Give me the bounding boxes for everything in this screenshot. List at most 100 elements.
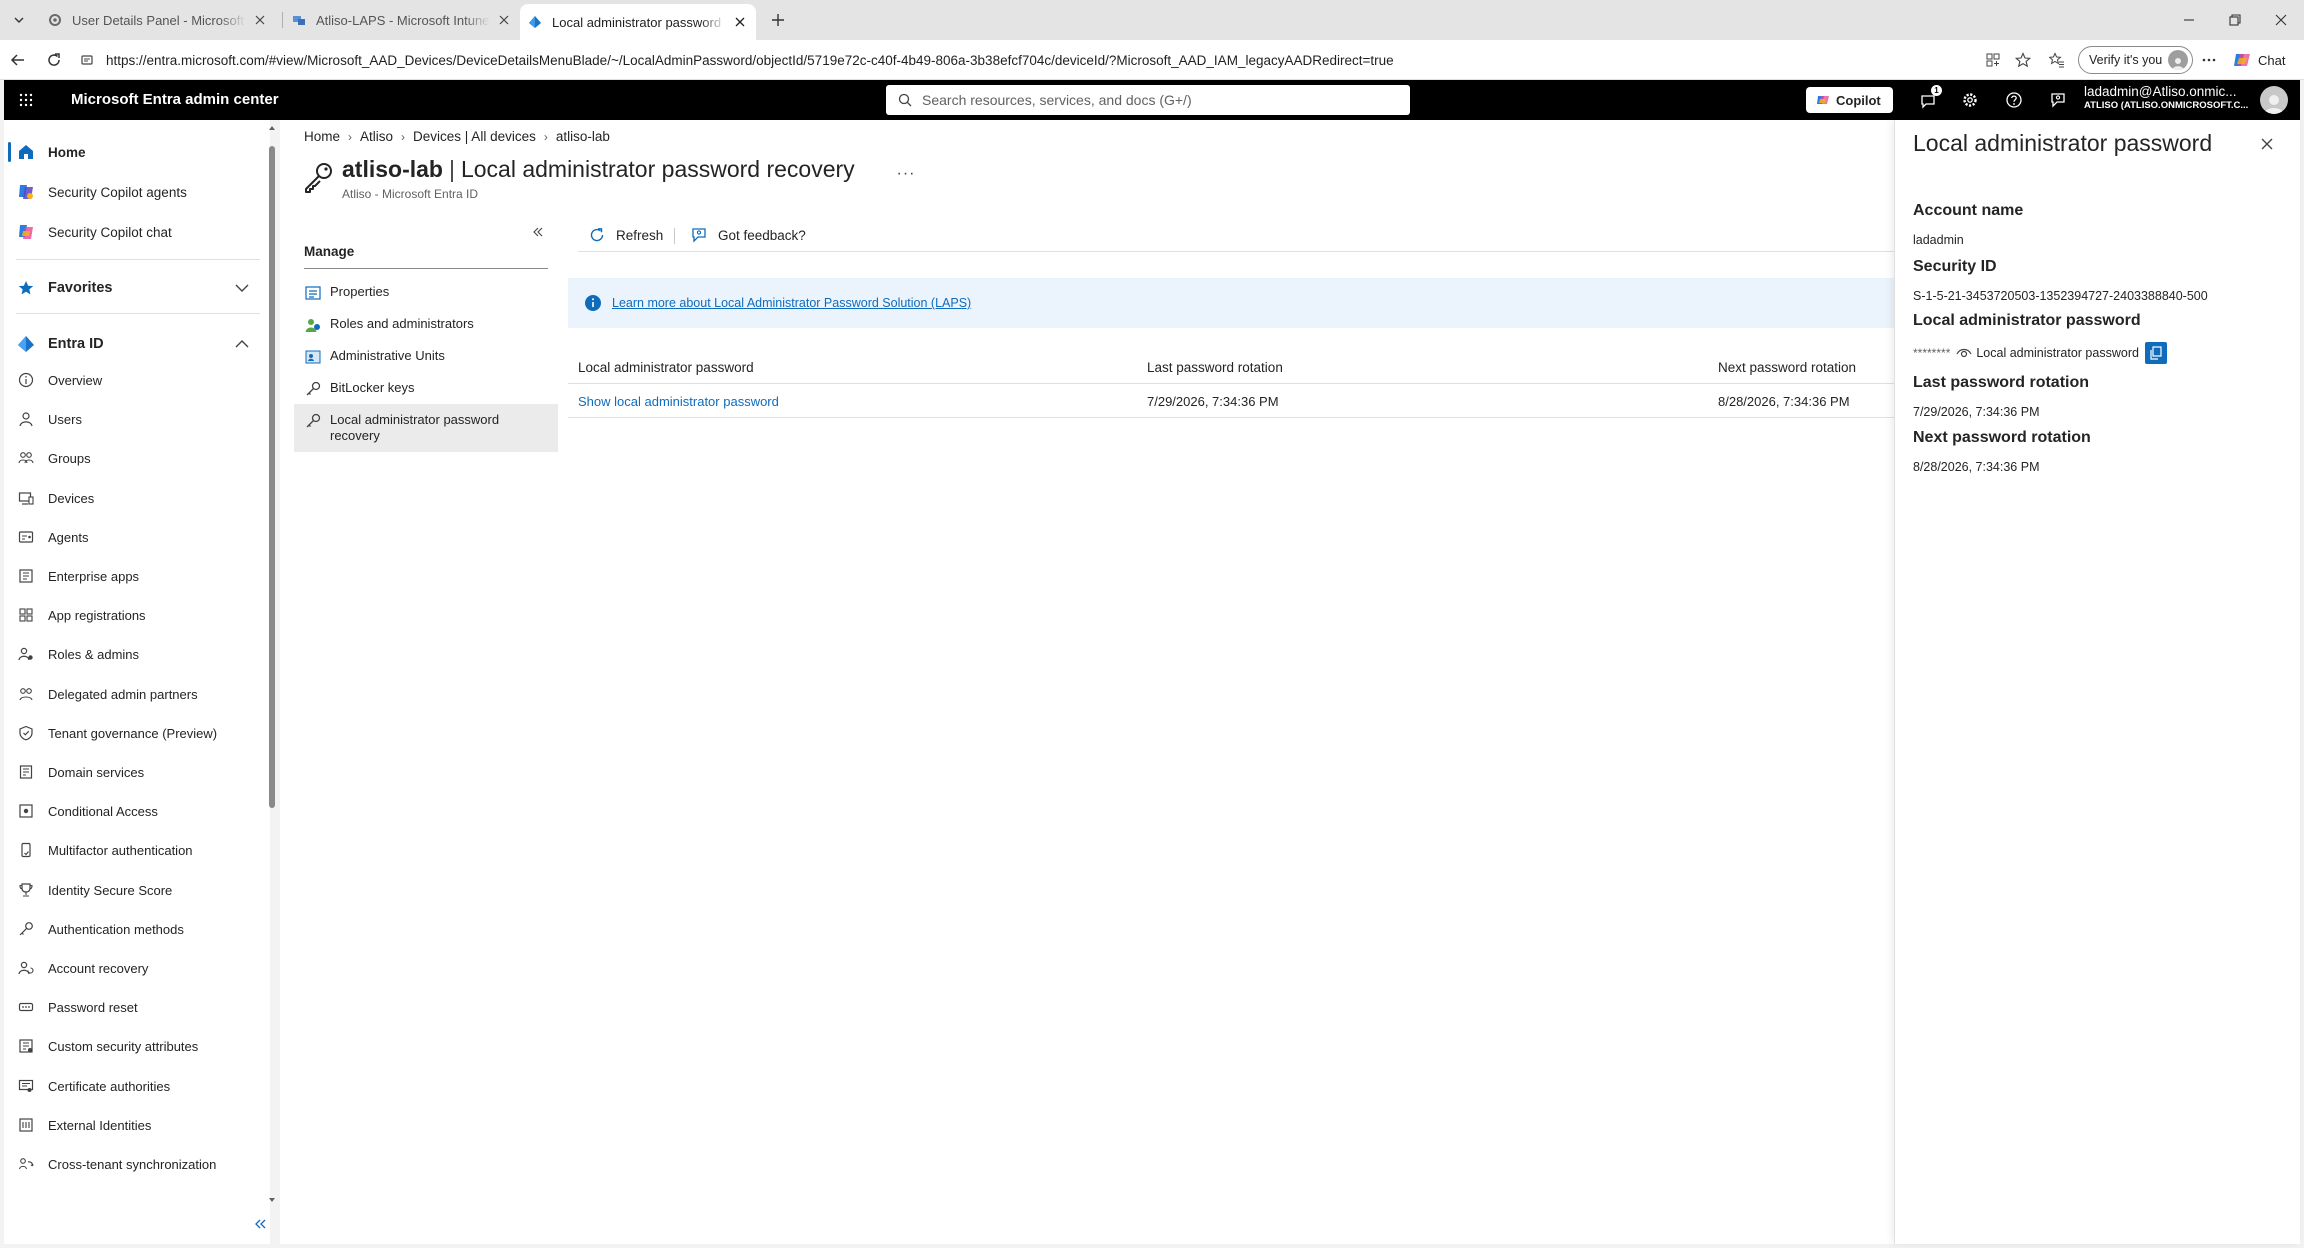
browser-tab-entra-active[interactable]: Local administrator password - Microsoft… [520, 4, 756, 40]
new-tab-plus-icon[interactable] [764, 8, 792, 32]
window-close-icon[interactable] [2258, 6, 2304, 34]
refresh-button[interactable]: Refresh [588, 222, 663, 248]
page-title-separator: | [448, 156, 455, 182]
last-rotation-value: 7/29/2026, 7:34:36 PM [1913, 405, 2040, 419]
sidebar-item-multifactor-authentication[interactable]: Multifactor authentication [4, 832, 266, 868]
breadcrumb-home[interactable]: Home [304, 129, 340, 144]
sidebar-section-entra-id[interactable]: Entra ID [4, 326, 266, 362]
profile-avatar-icon [2168, 50, 2189, 70]
feedback-button[interactable]: Got feedback? [690, 222, 806, 248]
copy-to-clipboard-icon[interactable] [2144, 342, 2167, 364]
sidebar-item-delegated-admin-partners[interactable]: Delegated admin partners [4, 676, 266, 712]
favorites-list-icon[interactable] [2046, 49, 2068, 71]
app-launcher-icon[interactable] [16, 90, 36, 110]
app-available-icon[interactable] [1982, 49, 2004, 71]
breadcrumb-devices[interactable]: Devices | All devices [413, 129, 536, 144]
minimize-icon[interactable] [2166, 6, 2212, 34]
sidebar-item-groups[interactable]: Groups [4, 440, 266, 476]
favorite-star-icon[interactable] [2012, 49, 2034, 71]
tab-close-icon[interactable] [252, 12, 268, 28]
sidebar-item-app-registrations[interactable]: App registrations [4, 597, 266, 633]
info-icon [16, 370, 36, 390]
restore-icon[interactable] [2212, 6, 2258, 34]
reload-icon[interactable] [40, 48, 68, 72]
sidebar-section-label: Favorites [48, 280, 113, 296]
search-input[interactable] [922, 92, 1402, 108]
last-rotation-label: Last password rotation [1913, 374, 2090, 391]
scroll-up-icon[interactable] [268, 124, 276, 132]
copilot-button[interactable]: Copilot [1806, 87, 1893, 113]
browser-tab-intune[interactable]: Atliso-LAPS - Microsoft Intune admin cen… [284, 6, 520, 34]
sidebar-item-tenant-governance-preview[interactable]: Tenant governance (Preview) [4, 715, 266, 751]
sidebar-item-identity-secure-score[interactable]: Identity Secure Score [4, 872, 266, 908]
sidebar-item-users[interactable]: Users [4, 401, 266, 437]
sidebar-item-cross-tenant-synchronization[interactable]: Cross-tenant synchronization [4, 1146, 266, 1182]
sidebar-item-custom-security-attributes[interactable]: Custom security attributes [4, 1028, 266, 1064]
sidebar-item-devices[interactable]: Devices [4, 480, 266, 516]
tab-list-chevron-icon[interactable] [6, 8, 32, 32]
menu-item-roles-and-administrators[interactable]: Roles and administrators [294, 308, 558, 342]
show-password-link[interactable]: Show local administrator password [578, 384, 779, 418]
sidebar-item-authentication-methods[interactable]: Authentication methods [4, 911, 266, 947]
tab-close-icon[interactable] [496, 12, 512, 28]
sidebar-item-certificate-authorities[interactable]: Certificate authorities [4, 1068, 266, 1104]
sidebar-item-password-reset[interactable]: Password reset [4, 989, 266, 1025]
collapse-menu-icon[interactable] [528, 222, 548, 242]
gear-icon [49, 14, 61, 26]
more-options-icon[interactable] [2198, 49, 2220, 71]
sidebar-section-favorites[interactable]: Favorites [4, 270, 266, 306]
breadcrumb-device[interactable]: atliso-lab [556, 129, 610, 144]
menu-item-properties[interactable]: Properties [294, 276, 558, 310]
sidebar-item-external-identities[interactable]: External Identities [4, 1107, 266, 1143]
menu-item-bitlocker-keys[interactable]: BitLocker keys [294, 372, 558, 406]
site-info-icon[interactable] [80, 53, 94, 67]
notifications-icon[interactable]: 1 [1916, 85, 1942, 112]
sidebar-item-account-recovery[interactable]: Account recovery [4, 950, 266, 986]
notification-count-badge: 1 [1931, 85, 1942, 96]
settings-gear-icon[interactable] [1958, 88, 1982, 112]
sidebar-item-enterprise-apps[interactable]: Enterprise apps [4, 558, 266, 594]
show-password-eye-icon[interactable] [1956, 345, 1972, 361]
collapse-sidebar-icon[interactable] [250, 1214, 270, 1234]
copilot-chat-button[interactable]: Chat [2232, 48, 2285, 72]
chevron-right-icon: › [348, 129, 353, 144]
sidebar-item-roles-admins[interactable]: Roles & admins [4, 636, 266, 672]
groups-icon [16, 448, 36, 468]
laps-learn-more-link[interactable]: Learn more about Local Administrator Pas… [612, 296, 971, 310]
left-nav-scrollbar[interactable] [268, 124, 276, 1204]
next-rotation-value: 8/28/2026, 7:34:36 PM [1913, 460, 2040, 474]
breadcrumb-tenant[interactable]: Atliso [360, 129, 393, 144]
more-actions-icon[interactable]: ··· [894, 162, 918, 186]
global-search-box[interactable] [886, 85, 1410, 115]
verify-identity-button[interactable]: Verify it's you [2078, 46, 2194, 74]
sidebar-item-label: Certificate authorities [48, 1078, 171, 1094]
sidebar-item-domain-services[interactable]: Domain services [4, 754, 266, 790]
back-arrow-icon[interactable] [4, 48, 32, 72]
menu-item-local-admin-password-recovery[interactable]: Local administrator password recovery [294, 404, 558, 452]
sidebar-item-security-copilot-chat[interactable]: Security Copilot chat [4, 214, 266, 250]
account-name-label: Account name [1913, 202, 2024, 219]
sidebar-item-home[interactable]: Home [4, 134, 266, 170]
url-field[interactable]: https://entra.microsoft.com/#view/Micros… [80, 47, 1960, 73]
certificate-icon [16, 1076, 36, 1096]
help-icon[interactable] [2002, 88, 2026, 112]
scrollbar-thumb[interactable] [269, 146, 275, 808]
account-name: ladadmin@Atliso.onmic... [2084, 84, 2237, 99]
sidebar-item-label: Security Copilot chat [48, 224, 172, 240]
security-id-label: Security ID [1913, 258, 1997, 275]
browser-tab-m365-admin[interactable]: User Details Panel - Microsoft 365 admin… [40, 6, 276, 34]
portal-title[interactable]: Microsoft Entra admin center [71, 91, 279, 108]
sidebar-item-agents[interactable]: Agents [4, 519, 266, 555]
avatar[interactable] [2260, 86, 2288, 114]
sidebar-item-label: Custom security attributes [48, 1038, 199, 1054]
tab-close-icon[interactable] [732, 14, 748, 30]
scroll-down-icon[interactable] [268, 1196, 276, 1204]
close-icon[interactable] [2255, 132, 2279, 156]
account-manager[interactable]: ladadmin@Atliso.onmic... ATLISO (ATLISO.… [2084, 84, 2254, 111]
sidebar-item-overview[interactable]: Overview [4, 362, 266, 398]
menu-item-administrative-units[interactable]: Administrative Units [294, 340, 558, 374]
sidebar-item-conditional-access[interactable]: Conditional Access [4, 793, 266, 829]
panel-title: Local administrator password [1913, 130, 2213, 156]
sidebar-item-security-copilot-agents[interactable]: Security Copilot agents [4, 174, 266, 210]
feedback-icon[interactable] [2046, 88, 2070, 112]
